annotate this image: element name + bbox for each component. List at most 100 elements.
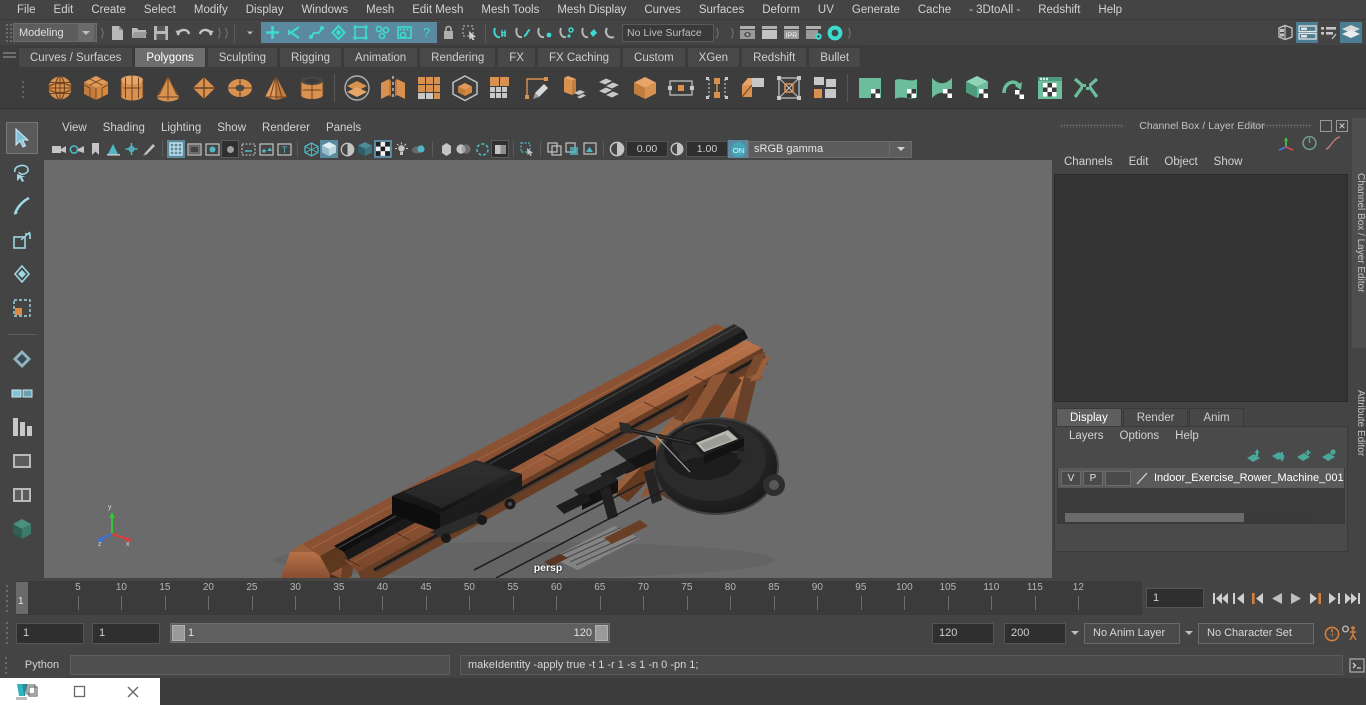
last-tool-used[interactable] (6, 411, 38, 443)
uv-layout-icon[interactable] (1068, 70, 1104, 106)
menu-mesh-display[interactable]: Mesh Display (548, 0, 635, 20)
redo-icon[interactable] (194, 22, 216, 43)
animation-end-time-field[interactable]: 200 (1004, 623, 1066, 644)
gamma-value[interactable]: 1.00 (686, 141, 728, 157)
bevel-icon[interactable] (591, 70, 627, 106)
anim-layer-selector[interactable]: No Anim Layer (1084, 623, 1180, 644)
film-gate-icon[interactable] (185, 140, 203, 158)
channel-menu-object[interactable]: Object (1156, 152, 1205, 172)
move-layer-down-icon[interactable] (1271, 449, 1287, 463)
menu-modify[interactable]: Modify (185, 0, 237, 20)
rotate-tool[interactable] (6, 258, 38, 290)
layer-tab-render[interactable]: Render (1123, 408, 1189, 426)
character-set-selector[interactable]: No Character Set (1198, 623, 1314, 644)
select-handle-icon[interactable] (327, 22, 349, 43)
snap-to-point-icon[interactable] (534, 22, 556, 43)
layer-tab-anim[interactable]: Anim (1189, 408, 1243, 426)
shelf-tab-curves-surfaces[interactable]: Curves / Surfaces (18, 47, 133, 67)
menu-3dtoall[interactable]: - 3DtoAll - (960, 0, 1029, 20)
resolution-gate-icon[interactable] (203, 140, 221, 158)
multi-sample-aa-icon[interactable] (473, 140, 491, 158)
channel-box-toggle-icon[interactable] (1296, 22, 1318, 43)
texture-display-icon[interactable] (374, 140, 392, 158)
menu-edit-mesh[interactable]: Edit Mesh (403, 0, 472, 20)
select-by-hierarchy-icon[interactable] (261, 22, 283, 43)
open-scene-icon[interactable] (128, 22, 150, 43)
camera-attributes-icon[interactable] (68, 140, 86, 158)
snap-to-view-plane-icon[interactable] (578, 22, 600, 43)
2d-pan-zoom-icon[interactable] (122, 140, 140, 158)
range-start-time-field[interactable]: 1 (92, 623, 160, 644)
select-camera-icon[interactable] (50, 140, 68, 158)
menu-surfaces[interactable]: Surfaces (690, 0, 753, 20)
poly-cone-icon[interactable] (150, 70, 186, 106)
layer-color-swatch-icon[interactable] (1135, 471, 1149, 486)
live-surface-field[interactable]: No Live Surface (622, 24, 714, 42)
scale-tool[interactable] (6, 292, 38, 324)
poly-sphere-icon[interactable] (42, 70, 78, 106)
lasso-select-tool[interactable] (6, 156, 38, 188)
layer-menu-help[interactable]: Help (1167, 427, 1207, 446)
create-new-layer-icon[interactable] (1296, 449, 1312, 463)
move-tool[interactable] (6, 224, 38, 256)
hypershade-icon[interactable] (824, 22, 846, 43)
soft-modification-tool[interactable] (6, 343, 38, 375)
show-hide-editors-icon[interactable] (1274, 22, 1296, 43)
shelf-tab-custom[interactable]: Custom (622, 47, 686, 67)
select-region-icon[interactable] (459, 22, 481, 43)
text-overlay-icon[interactable]: T (275, 140, 293, 158)
combine-icon[interactable] (339, 70, 375, 106)
channel-menu-channels[interactable]: Channels (1056, 152, 1121, 172)
dock-tab-channel-box[interactable]: Channel Box / Layer Editor (1352, 118, 1366, 348)
extract-icon[interactable] (483, 70, 519, 106)
play-backwards-icon[interactable] (1267, 587, 1286, 609)
tool-settings-toggle-icon[interactable] (1340, 22, 1362, 43)
animation-preferences-icon[interactable] (1341, 622, 1360, 644)
layout-two-pane-icon[interactable] (6, 479, 38, 511)
layer-name[interactable]: Indoor_Exercise_Rower_Machine_001 (1151, 472, 1344, 484)
menu-mesh[interactable]: Mesh (357, 0, 403, 20)
viewport-menu-view[interactable]: View (54, 118, 95, 138)
exposure-icon[interactable] (608, 140, 626, 158)
layer-state-toggle[interactable] (1105, 471, 1131, 486)
command-input-field[interactable] (70, 655, 450, 675)
viewport-menu-panels[interactable]: Panels (318, 118, 369, 138)
step-forward-frame-icon[interactable] (1305, 587, 1324, 609)
speed-dial-icon[interactable] (1301, 135, 1318, 151)
screen-space-ao-icon[interactable] (437, 140, 455, 158)
menu-curves[interactable]: Curves (635, 0, 689, 20)
panel-drag-dots-right[interactable] (1248, 124, 1312, 128)
viewport-3d-canvas[interactable]: x y z persp (44, 160, 1052, 578)
layer-list-horizontal-scrollbar[interactable] (1065, 513, 1307, 522)
select-particle-mask-icon[interactable] (371, 22, 393, 43)
shelf-tab-xgen[interactable]: XGen (687, 47, 740, 67)
step-back-frame-icon[interactable] (1248, 587, 1267, 609)
menu-select[interactable]: Select (135, 0, 185, 20)
grid-toggle-icon[interactable] (167, 140, 185, 158)
shelf-tab-fx-caching[interactable]: FX Caching (537, 47, 621, 67)
layout-single-pane-icon[interactable] (6, 445, 38, 477)
offset-edge-loop-icon[interactable] (735, 70, 771, 106)
color-space-field[interactable]: sRGB gamma (748, 141, 890, 158)
shelf-tab-fx[interactable]: FX (497, 47, 536, 67)
snap-to-projected-center-icon[interactable] (556, 22, 578, 43)
gate-mask-icon[interactable] (221, 140, 239, 158)
snap-to-grid-icon[interactable] (490, 22, 512, 43)
script-editor-icon[interactable] (1347, 654, 1366, 676)
uv-unfold-icon[interactable] (996, 70, 1032, 106)
xray-joints-icon[interactable] (563, 140, 581, 158)
chevron-down-icon[interactable] (78, 24, 94, 41)
select-by-component-type-icon[interactable] (305, 22, 327, 43)
smooth-shade-all-icon[interactable] (320, 140, 338, 158)
poly-cylinder-icon[interactable] (114, 70, 150, 106)
wireframe-shading-icon[interactable] (302, 140, 320, 158)
smooth-icon[interactable] (447, 70, 483, 106)
extrude-icon[interactable] (555, 70, 591, 106)
play-forwards-icon[interactable] (1286, 587, 1305, 609)
shelf-tab-redshift[interactable]: Redshift (741, 47, 807, 67)
color-space-chevron-down-icon[interactable] (890, 141, 912, 158)
layer-playback-toggle[interactable]: P (1083, 471, 1103, 486)
channel-menu-show[interactable]: Show (1206, 152, 1251, 172)
color-management-toggle-icon[interactable]: ON (728, 140, 748, 158)
select-tool[interactable] (6, 122, 38, 154)
